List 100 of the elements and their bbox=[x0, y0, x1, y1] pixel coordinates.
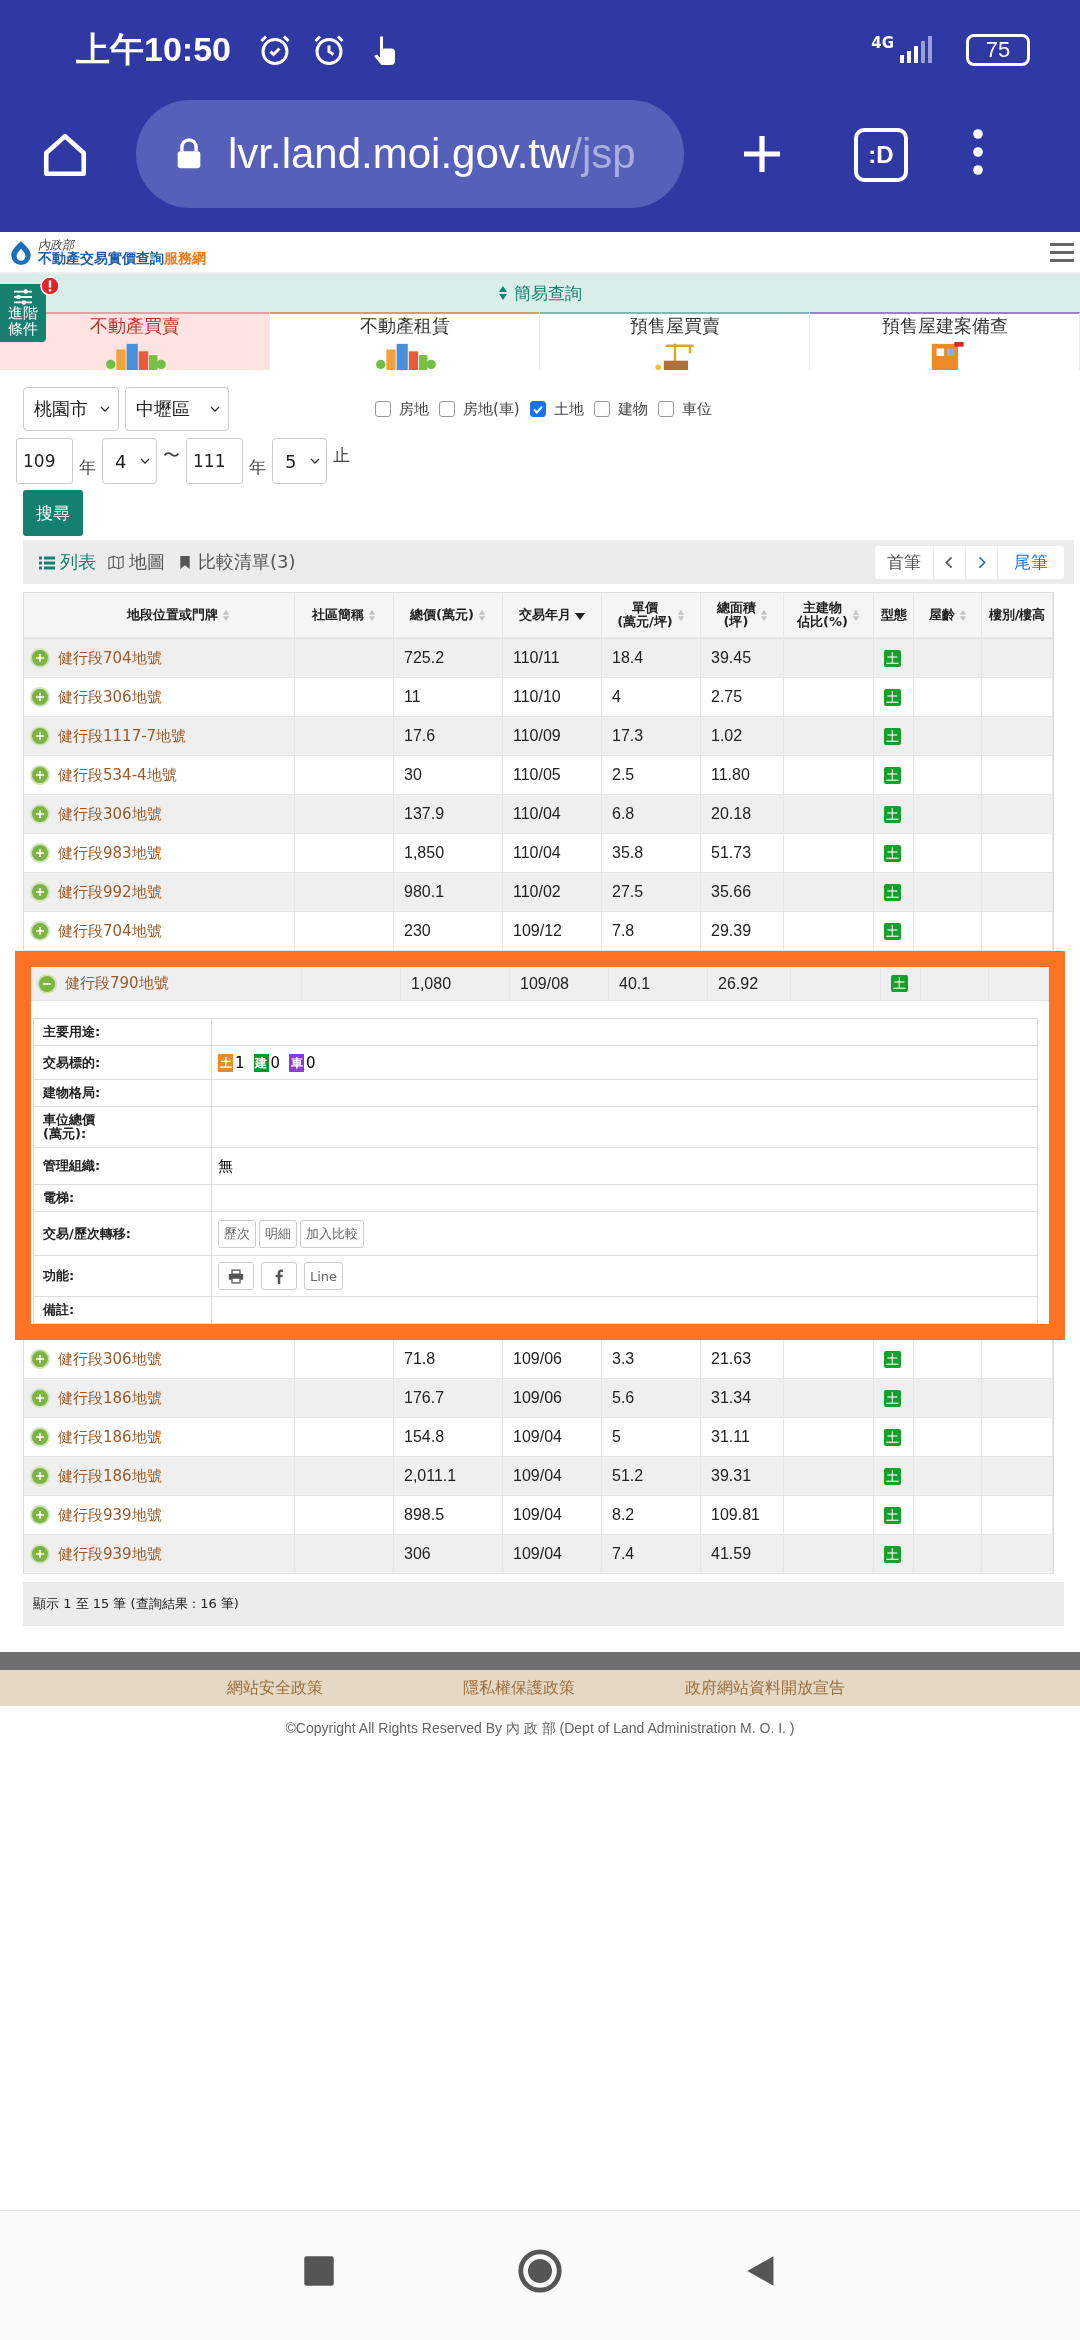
address-link[interactable]: 健行段983地號 bbox=[58, 843, 162, 863]
table-cell: 4 bbox=[612, 688, 621, 706]
expand-icon[interactable] bbox=[30, 921, 50, 941]
search-button[interactable]: 搜尋 bbox=[23, 490, 83, 536]
address-link[interactable]: 健行段1117-7地號 bbox=[58, 726, 187, 746]
first-page-button[interactable]: 首筆 bbox=[875, 545, 934, 579]
line-share-button[interactable]: Line bbox=[304, 1262, 344, 1290]
detail-label: 備註: bbox=[43, 1303, 75, 1317]
address-link[interactable]: 健行段186地號 bbox=[58, 1427, 162, 1447]
view-tab[interactable]: 地圖 bbox=[108, 550, 165, 574]
table-cell: 51.73 bbox=[711, 844, 752, 862]
table-cell: 40.1 bbox=[619, 974, 651, 993]
expand-icon[interactable] bbox=[30, 687, 50, 707]
target-count: 0 bbox=[306, 1053, 316, 1072]
footer-link[interactable]: 政府網站資料開放宣告 bbox=[685, 1677, 845, 1699]
date-label: 止 bbox=[333, 444, 350, 467]
print-button[interactable] bbox=[218, 1262, 254, 1290]
alert-badge-icon bbox=[40, 276, 60, 296]
advanced-filter-tab[interactable]: 進階條件 bbox=[0, 284, 46, 342]
address-link[interactable]: 健行段186地號 bbox=[58, 1388, 162, 1408]
site-title[interactable]: 不動產交易實價查詢服務網 bbox=[38, 251, 206, 265]
facebook-share-button[interactable] bbox=[261, 1262, 297, 1290]
target-badge: 土 bbox=[218, 1053, 233, 1072]
date-label: 〜 bbox=[163, 444, 180, 467]
land-type-badge: 土 bbox=[884, 1506, 901, 1524]
land-type-badge: 土 bbox=[884, 844, 901, 862]
address-link[interactable]: 健行段790地號 bbox=[65, 974, 169, 993]
table-cell: 109/04 bbox=[513, 1545, 562, 1563]
address-link[interactable]: 健行段939地號 bbox=[58, 1505, 162, 1525]
view-tab[interactable]: 比較清單(3) bbox=[177, 550, 296, 574]
expand-icon[interactable] bbox=[30, 726, 50, 746]
land-type-badge: 土 bbox=[884, 1467, 901, 1485]
table-cell: 71.8 bbox=[404, 1350, 436, 1368]
more-menu-icon[interactable] bbox=[972, 128, 984, 176]
table-cell: 20.18 bbox=[711, 805, 752, 823]
detail-label: 建物格局: bbox=[43, 1086, 101, 1100]
land-type-badge: 土 bbox=[884, 1545, 901, 1563]
detail-button[interactable]: 明細 bbox=[259, 1219, 297, 1248]
table-cell: 11 bbox=[404, 688, 421, 706]
expand-icon[interactable] bbox=[30, 1505, 50, 1525]
address-link[interactable]: 健行段186地號 bbox=[58, 1466, 162, 1486]
view-tab[interactable]: 列表 bbox=[39, 550, 96, 574]
header-label: 型態 bbox=[880, 608, 907, 622]
expand-icon[interactable] bbox=[30, 1349, 50, 1369]
footer-link[interactable]: 隱私權保護政策 bbox=[463, 1677, 575, 1699]
expand-icon[interactable] bbox=[30, 1544, 50, 1564]
table-cell: 2,011.1 bbox=[404, 1467, 457, 1485]
category-tab[interactable]: 預售屋買賣 bbox=[540, 312, 810, 370]
month-select[interactable]: 5 bbox=[272, 438, 327, 484]
tab-switcher-button[interactable]: :D bbox=[854, 128, 908, 182]
expand-icon[interactable] bbox=[30, 843, 50, 863]
category-tab[interactable]: 不動產租賃 bbox=[270, 312, 540, 370]
sliders-icon bbox=[12, 288, 34, 306]
detail-label: 管理組織: bbox=[43, 1159, 101, 1173]
checkbox-label: 房地 bbox=[399, 399, 429, 419]
land-type-badge: 土 bbox=[884, 727, 901, 745]
home-button-icon[interactable] bbox=[516, 2246, 564, 2295]
expand-icon[interactable] bbox=[30, 1388, 50, 1408]
city-select[interactable]: 桃園市 bbox=[23, 387, 119, 431]
checkbox[interactable] bbox=[529, 401, 546, 417]
category-tab[interactable]: 預售屋建案備查 bbox=[810, 312, 1080, 370]
checkbox-label: 房地(車) bbox=[463, 399, 520, 419]
expand-icon[interactable] bbox=[30, 648, 50, 668]
district-select[interactable]: 中壢區 bbox=[125, 387, 229, 431]
expand-icon[interactable] bbox=[30, 1427, 50, 1447]
address-link[interactable]: 健行段306地號 bbox=[58, 804, 162, 824]
table-cell: 5.6 bbox=[612, 1389, 635, 1407]
address-link[interactable]: 健行段704地號 bbox=[58, 648, 162, 668]
land-type-badge: 土 bbox=[884, 1428, 901, 1446]
address-link[interactable]: 健行段306地號 bbox=[58, 687, 162, 707]
address-bar[interactable]: lvr.land.moi.gov.tw/jsp bbox=[136, 100, 684, 208]
address-link[interactable]: 健行段939地號 bbox=[58, 1544, 162, 1564]
expand-icon[interactable] bbox=[30, 882, 50, 902]
checkbox[interactable] bbox=[439, 401, 455, 417]
address-link[interactable]: 健行段992地號 bbox=[58, 882, 162, 902]
expand-icon[interactable] bbox=[30, 1466, 50, 1486]
menu-icon[interactable] bbox=[1050, 242, 1074, 262]
sort-icon bbox=[498, 285, 508, 301]
collapse-icon[interactable] bbox=[37, 973, 57, 994]
last-page-button[interactable]: 尾筆 bbox=[998, 545, 1064, 579]
month-select[interactable]: 4 bbox=[102, 438, 157, 484]
footer-link[interactable]: 網站安全政策 bbox=[227, 1677, 323, 1699]
table-cell: 110/05 bbox=[513, 766, 561, 784]
address-link[interactable]: 健行段534-4地號 bbox=[58, 765, 177, 785]
checkbox[interactable] bbox=[375, 401, 391, 417]
checkbox[interactable] bbox=[657, 401, 674, 417]
year-input[interactable]: 111 bbox=[186, 438, 243, 484]
checkbox[interactable] bbox=[593, 401, 610, 417]
detail-button[interactable]: 歷次 bbox=[218, 1219, 256, 1248]
address-link[interactable]: 健行段306地號 bbox=[58, 1349, 162, 1369]
recent-apps-icon[interactable] bbox=[302, 2253, 336, 2288]
address-link[interactable]: 健行段704地號 bbox=[58, 921, 162, 941]
expand-icon[interactable] bbox=[30, 804, 50, 824]
map-icon bbox=[108, 554, 124, 570]
detail-button[interactable]: 加入比較 bbox=[300, 1219, 364, 1248]
table-cell: 154.8 bbox=[404, 1428, 445, 1446]
date-label: 年 bbox=[249, 456, 266, 479]
expand-icon[interactable] bbox=[30, 765, 50, 785]
year-input[interactable]: 109 bbox=[16, 438, 73, 484]
result-summary: 顯示 1 至 15 筆 (查詢結果 : 16 筆) bbox=[33, 1595, 239, 1613]
